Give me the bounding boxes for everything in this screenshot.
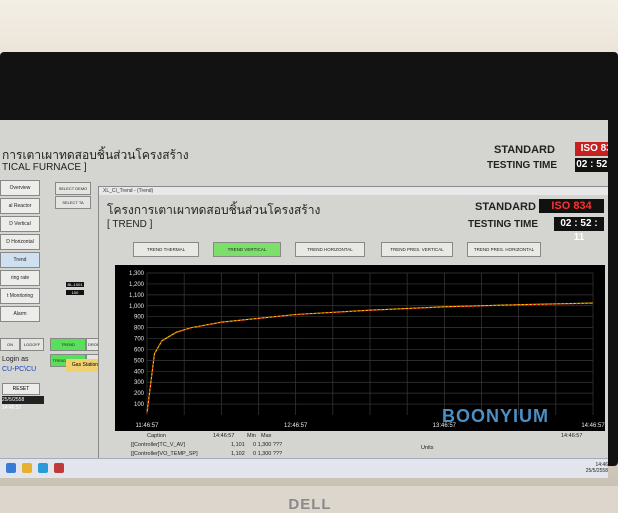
bg-datetime: 25/5/2558 14:46:57 (2, 396, 44, 411)
page-title: โครงการเตาเผาทดสอบชิ้นส่วนโครงสร้าง (107, 203, 321, 217)
legend-min-header: Min (247, 433, 256, 439)
legend-start-header: 14:46:57 (213, 433, 235, 439)
sidebar-item-monitoring[interactable]: t Monitoring (0, 288, 40, 304)
reset-button[interactable]: RESET (2, 383, 40, 395)
current-user: CU-PC\CU (2, 366, 37, 373)
bg-testing-time-value: 02 : 52 : 1 (575, 158, 608, 172)
y-tick-label: 1,200 (129, 282, 145, 288)
legend-units: Units (421, 445, 434, 451)
bg-testing-time-label: TESTING TIME (487, 160, 557, 171)
testing-time-label: TESTING TIME (468, 219, 538, 230)
page-subtitle: [ TREND ] (107, 219, 153, 230)
sidebar-item-horizontal[interactable]: D Horizontal (0, 234, 40, 250)
y-tick-label: 400 (134, 369, 145, 375)
tab-trend-pres-vertical[interactable]: TREND PRES. VERTICAL (381, 242, 453, 257)
y-tick-label: 1,000 (129, 304, 145, 310)
bg-page-subtitle: TICAL FURNACE ] (2, 162, 87, 173)
legend-max-header: Max (261, 433, 272, 439)
tab-trend-vertical[interactable]: TREND VERTICAL (213, 242, 281, 257)
legend-x-end: 14:46:57 (561, 433, 583, 439)
browser-icon[interactable] (38, 463, 48, 473)
start-icon[interactable] (6, 463, 16, 473)
sidebar-item-firing-rate[interactable]: ring rate (0, 270, 40, 286)
legend-row-value: 1,102 (231, 451, 245, 457)
trend-window: XL_CI_Trend - (Trend) โครงการเตาเผาทดสอบ… (98, 186, 608, 478)
y-tick-label: 300 (134, 380, 145, 386)
app-icon[interactable] (54, 463, 64, 473)
monitor: การเตาเผาทดสอบชิ้นส่วนโครงสร้าง TICAL FU… (0, 52, 618, 513)
bl-label: BL-1001 (66, 282, 84, 287)
select-ta-button[interactable]: SELECT TA (55, 196, 91, 209)
y-tick-label: 900 (134, 315, 145, 321)
tab-trend-thermal[interactable]: TREND THERMAL (133, 242, 199, 257)
iso-badge: ISO 834 (539, 199, 604, 213)
logoff-button[interactable]: LOGOFF (20, 338, 44, 351)
legend-row-value: 1,101 (231, 442, 245, 448)
bg-iso-badge: ISO 834 (575, 142, 608, 156)
legend-row-range: 0 1,300 ??? (253, 442, 283, 448)
tab-trend-pres-horizontal[interactable]: TREND PRES. HORIZONTAL (467, 242, 541, 257)
select-demo-button[interactable]: SELECT DEMO (55, 182, 91, 195)
trend-vertical-side-button[interactable]: TREND VERTICAL (50, 338, 86, 358)
y-tick-label: 500 (134, 358, 145, 364)
legend-row-range: 0 1,300 ??? (253, 451, 283, 457)
bg-standard-label: STANDARD (494, 144, 555, 156)
sidebar-item-vertical[interactable]: D Vertical (0, 216, 40, 232)
legend-row-caption: [[Controller]VO_TEMP_SP] (131, 451, 198, 457)
tab-trend-horizontal[interactable]: TREND HORIZONTAL (295, 242, 365, 257)
y-tick-label: 800 (134, 326, 145, 332)
x-tick-label: 12:46:57 (284, 423, 308, 429)
folder-icon[interactable] (22, 463, 32, 473)
x-tick-label: 14:46:57 (581, 423, 605, 429)
testing-time-value: 02 : 52 : 11 (554, 217, 604, 243)
y-tick-label: 600 (134, 347, 145, 353)
x-tick-label: 11:46:57 (136, 423, 160, 429)
y-tick-label: 1,100 (129, 293, 145, 299)
dell-logo: DELL (288, 496, 332, 513)
y-tick-label: 1,300 (129, 271, 145, 277)
legend-caption-header: Caption (147, 433, 166, 439)
y-tick-label: 100 (134, 402, 145, 408)
sidebar-item-reactor[interactable]: al Reactor (0, 198, 40, 214)
standard-label: STANDARD (475, 201, 536, 213)
legend-row-caption: [[Controller]TC_V_AV] (131, 442, 186, 448)
logon-button[interactable]: ON (0, 338, 20, 351)
login-label: Login as (2, 356, 29, 363)
y-tick-label: 700 (134, 337, 145, 343)
watermark-logo: BOONYIUM (442, 406, 549, 426)
sidebar-item-overview[interactable]: Overview (0, 180, 40, 196)
window-titlebar[interactable]: XL_CI_Trend - (Trend) (99, 187, 608, 195)
sidebar-item-trend[interactable]: Trend (0, 252, 40, 268)
bl-value: 100 (66, 290, 84, 295)
taskbar: 14:46 25/5/2558 (0, 458, 608, 478)
sidebar-item-alarm[interactable]: Alarm (0, 306, 40, 322)
taskbar-clock: 14:46 25/5/2558 (585, 462, 608, 474)
y-tick-label: 200 (134, 391, 145, 397)
